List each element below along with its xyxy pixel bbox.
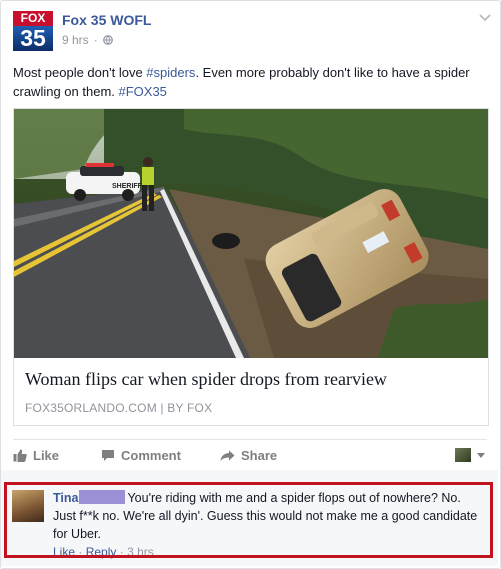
article-source: FOX35ORLANDO.COM | BY FOX	[25, 401, 213, 415]
share-button[interactable]: Share	[220, 448, 277, 463]
hashtag-spiders[interactable]: #spiders	[146, 65, 195, 80]
article-photo[interactable]: SHERIFF	[14, 109, 488, 358]
like-button[interactable]: Like	[13, 448, 59, 463]
share-arrow-icon	[220, 450, 235, 461]
post-meta: 9 hrs ·	[62, 33, 113, 47]
share-label: Share	[241, 448, 278, 463]
thumbs-up-icon	[13, 449, 27, 462]
chevron-down-icon[interactable]	[479, 14, 491, 22]
like-label: Like	[33, 448, 60, 463]
page-avatar[interactable]: FOX 35	[13, 11, 53, 51]
post-actions-bar: Like Comment Share	[13, 439, 487, 470]
globe-icon[interactable]	[102, 35, 113, 45]
police-car-text: SHERIFF	[112, 183, 143, 190]
link-preview-card[interactable]: SHERIFF Woman flips car when spider drop…	[13, 108, 489, 426]
post-timestamp[interactable]: 9 hrs	[62, 33, 89, 47]
post-text-part: Most people don't love	[13, 65, 147, 80]
highlight-box	[4, 482, 493, 558]
meta-separator: ·	[93, 33, 98, 47]
comment-icon	[102, 450, 114, 461]
comment-label: Comment	[121, 448, 181, 463]
hashtag-fox35[interactable]: #FOX35	[119, 84, 167, 99]
post-text: Most people don't love #spiders. Even mo…	[13, 63, 483, 101]
viewer-avatar[interactable]	[455, 448, 471, 462]
article-title[interactable]: Woman flips car when spider drops from r…	[25, 369, 387, 390]
comment-button[interactable]: Comment	[101, 448, 181, 463]
avatar-number: 35	[13, 26, 53, 51]
chevron-down-icon[interactable]	[477, 453, 485, 458]
page-name-link[interactable]: Fox 35 WOFL	[62, 12, 151, 28]
avatar-fox-text: FOX	[13, 11, 53, 26]
